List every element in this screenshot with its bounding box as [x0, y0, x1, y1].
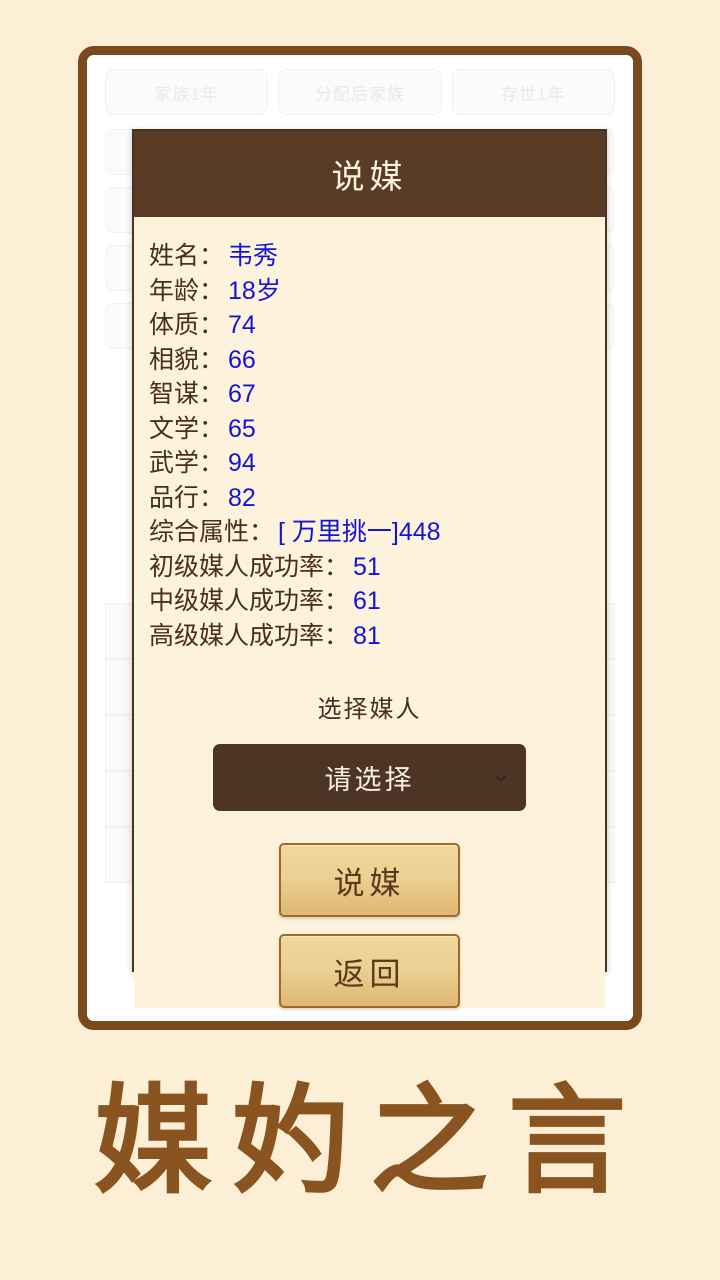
attribute-value: 74 [228, 311, 256, 339]
dialog-titlebar: 说媒 [134, 131, 605, 217]
attribute-label: 高级媒人成功率： [149, 621, 350, 650]
attribute-label: 品行： [149, 483, 225, 512]
attribute-row: 中级媒人成功率： 61 [149, 584, 605, 619]
attribute-row: 文学： 65 [149, 412, 605, 447]
dialog-body: 姓名： 韦秀 年龄： 18岁 体质： 74 相貌： 66 智谋： 67 文学： … [134, 217, 605, 1008]
attribute-value: 81 [353, 621, 381, 650]
action-buttons: 说媒 返回 [134, 843, 605, 1008]
attribute-label: 文学： [149, 414, 225, 443]
attribute-label: 相貌： [149, 345, 225, 374]
attribute-label: 武学： [149, 449, 225, 477]
background-tab-1: 分配后家族 [278, 69, 442, 115]
attribute-row: 智谋： 67 [149, 377, 605, 412]
attribute-label: 年龄： [149, 276, 225, 305]
attribute-row: 体质： 74 [149, 308, 605, 343]
attribute-label: 综合属性： [149, 518, 275, 546]
attribute-value: [ 万里挑一]448 [278, 518, 441, 546]
matchmaker-select-value: 请选择 [324, 765, 415, 795]
attribute-value: 82 [228, 483, 256, 512]
back-button[interactable]: 返回 [279, 934, 460, 1008]
confirm-matchmaking-button[interactable]: 说媒 [279, 843, 460, 917]
matchmaker-label: 选择媒人 [317, 696, 422, 723]
attribute-label: 姓名： [149, 242, 225, 270]
attribute-value: 18岁 [228, 276, 281, 305]
matchmaking-dialog: 说媒 姓名： 韦秀 年龄： 18岁 体质： 74 相貌： 66 智谋： 67 文… [132, 129, 607, 1008]
attribute-value: 66 [228, 345, 256, 374]
attribute-label: 初级媒人成功率： [149, 552, 350, 581]
matchmaker-section: 选择媒人 请选择 [134, 689, 605, 811]
app-frame: 家族1年 分配后家族 存世1年 《我的宗族》版本号:1.0.0(测试版) 说媒 … [78, 46, 642, 1030]
background-tab-row: 家族1年 分配后家族 存世1年 [105, 69, 615, 115]
background-tab-0: 家族1年 [105, 69, 269, 115]
attribute-value: 61 [353, 587, 381, 615]
dialog-title: 说媒 [331, 160, 408, 196]
attribute-value: 51 [353, 552, 381, 581]
attribute-row: 年龄： 18岁 [149, 274, 605, 309]
attribute-row: 武学： 94 [149, 446, 605, 481]
attribute-list: 姓名： 韦秀 年龄： 18岁 体质： 74 相貌： 66 智谋： 67 文学： … [134, 239, 605, 653]
attribute-row: 品行： 82 [149, 481, 605, 516]
attribute-row: 相貌： 66 [149, 343, 605, 378]
matchmaker-select[interactable]: 请选择 [213, 744, 526, 811]
back-button-label: 返回 [333, 956, 406, 992]
brand-title: 媒妁之言 [93, 1077, 646, 1208]
attribute-label: 体质： [149, 311, 225, 339]
attribute-value: 67 [228, 380, 256, 408]
attribute-value: 韦秀 [228, 242, 279, 270]
chevron-down-icon [495, 774, 507, 782]
attribute-row-composite: 综合属性： [ 万里挑一]448 [149, 515, 605, 550]
attribute-value: 94 [228, 449, 256, 477]
attribute-label: 智谋： [149, 380, 225, 408]
attribute-row: 高级媒人成功率： 81 [149, 619, 605, 654]
confirm-matchmaking-label: 说媒 [333, 865, 406, 901]
attribute-row: 初级媒人成功率： 51 [149, 550, 605, 585]
background-tab-2: 存世1年 [451, 69, 615, 115]
attribute-label: 中级媒人成功率： [149, 587, 350, 615]
attribute-value: 65 [228, 414, 256, 443]
attribute-row: 姓名： 韦秀 [149, 239, 605, 274]
